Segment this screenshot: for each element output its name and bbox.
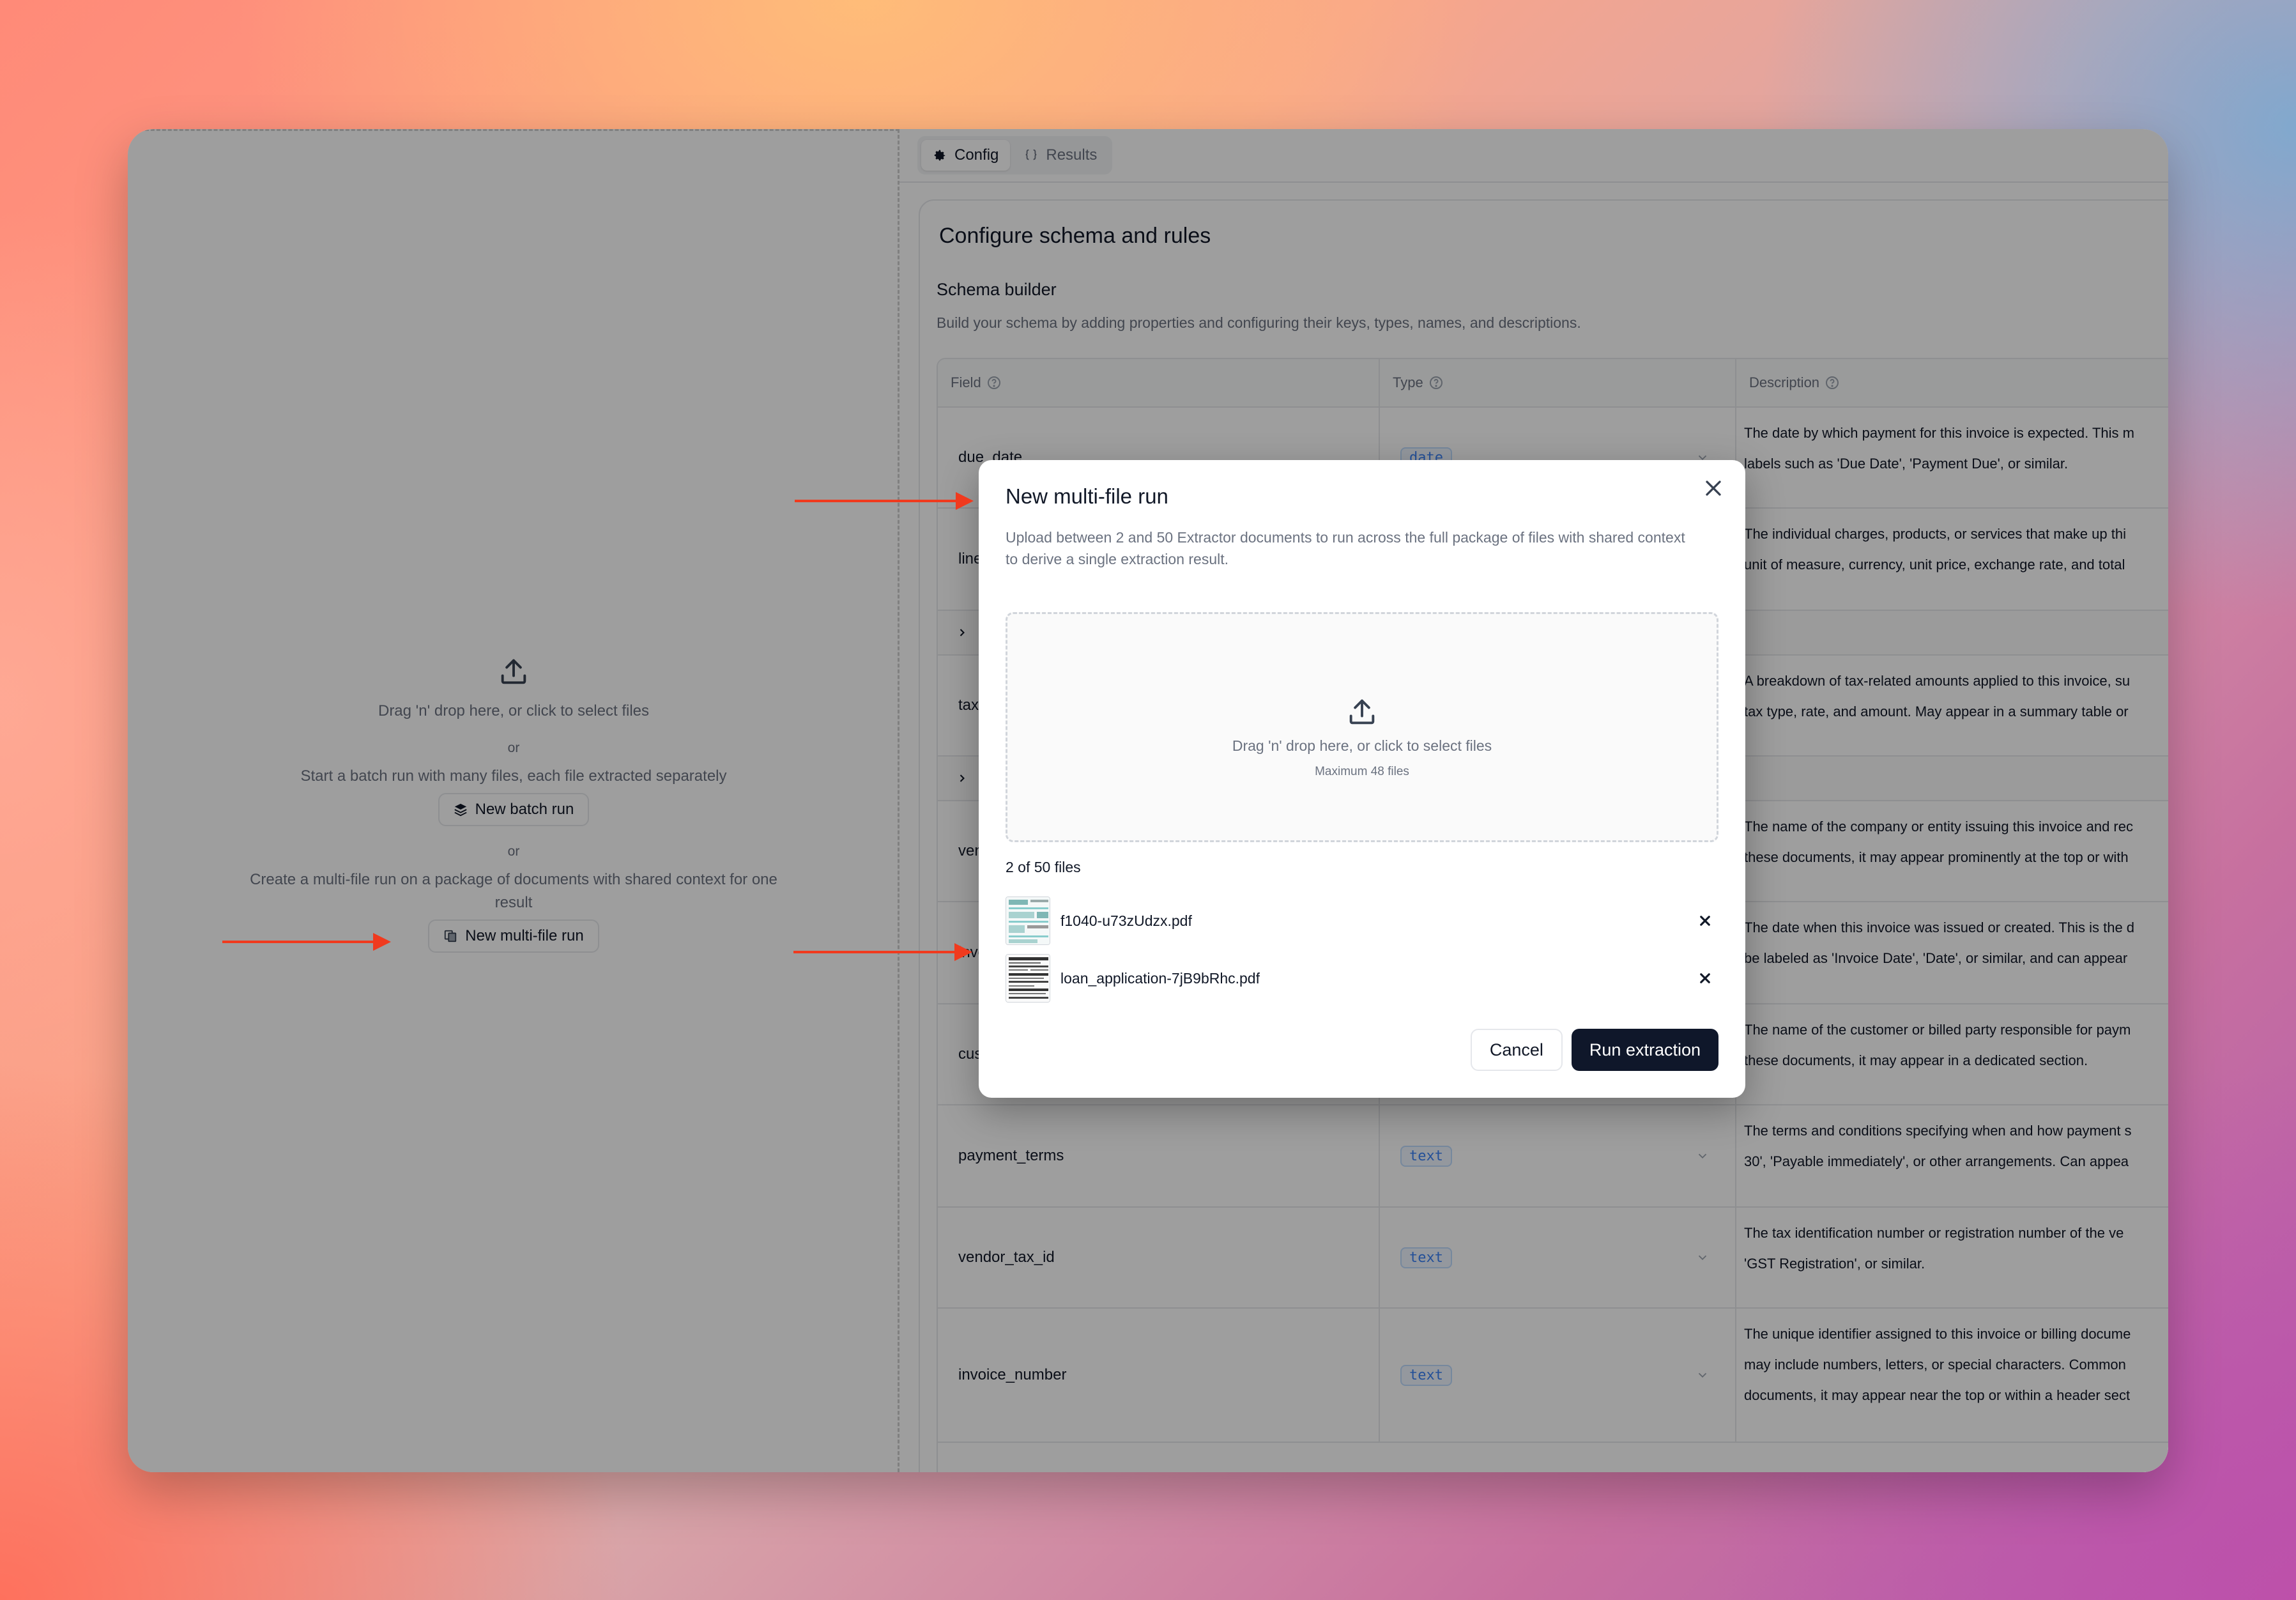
cancel-button[interactable]: Cancel — [1470, 1029, 1563, 1071]
close-icon[interactable] — [1701, 475, 1726, 501]
dialog-title: New multi-file run — [1006, 484, 1168, 508]
remove-file-icon[interactable] — [1695, 969, 1715, 988]
file-thumbnail — [1006, 954, 1050, 1003]
file-dropzone[interactable]: Drag 'n' drop here, or click to select f… — [1006, 612, 1718, 842]
annotation-arrow — [795, 492, 974, 510]
file-item: f1040-u73zUdzx.pdf — [1006, 892, 1718, 950]
dropzone-text: Drag 'n' drop here, or click to select f… — [1232, 737, 1492, 754]
annotation-arrow — [222, 933, 391, 951]
file-name: loan_application-7jB9bRhc.pdf — [1060, 969, 1260, 987]
dialog-actions: Cancel Run extraction — [1470, 1029, 1718, 1071]
annotation-arrow — [793, 943, 972, 961]
remove-file-icon[interactable] — [1695, 911, 1715, 930]
dropzone-max-files: Maximum 48 files — [1315, 764, 1409, 778]
file-count: 2 of 50 files — [1006, 859, 1081, 875]
run-extraction-button[interactable]: Run extraction — [1571, 1029, 1718, 1071]
file-name: f1040-u73zUdzx.pdf — [1060, 912, 1192, 929]
file-item: loan_application-7jB9bRhc.pdf — [1006, 950, 1718, 1007]
upload-icon — [1349, 699, 1375, 724]
new-multi-file-run-dialog: New multi-file run Upload between 2 and … — [979, 460, 1745, 1098]
file-thumbnail — [1006, 896, 1050, 945]
selected-files-list: f1040-u73zUdzx.pdf loan_application-7jB9… — [1006, 892, 1718, 1007]
dialog-description: Upload between 2 and 50 Extractor docume… — [1006, 529, 1685, 567]
